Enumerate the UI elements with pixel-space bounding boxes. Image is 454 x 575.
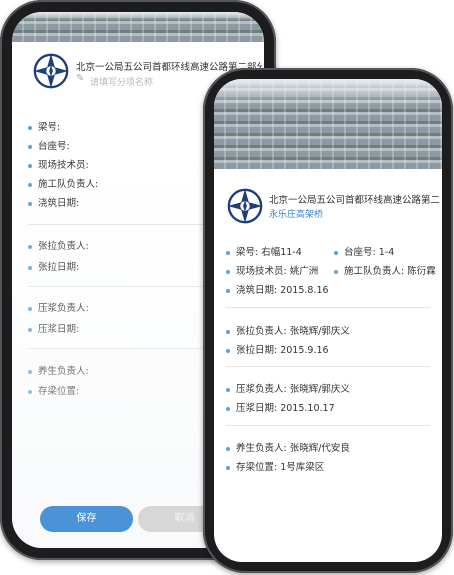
divider: [226, 366, 430, 367]
beam-no-field[interactable]: 梁号:: [28, 119, 60, 133]
pour-date-field[interactable]: 浇筑日期:: [28, 195, 79, 209]
bearing-no-value: 台座号: 1-4: [334, 244, 394, 258]
storage-value: 存梁位置: 1号库梁区: [226, 459, 324, 473]
bullet-icon: [226, 348, 230, 353]
bullet-icon: [28, 327, 32, 332]
grout-date-field[interactable]: 压浆日期:: [28, 321, 79, 335]
tension-lead-value: 张拉负责人: 张晓辉/郭庆义: [226, 323, 350, 337]
bullet-icon: [226, 269, 230, 274]
bridge-name-input[interactable]: 请填写分项名称: [90, 75, 153, 88]
bullet-icon: [28, 244, 32, 249]
pour-date-value: 浇筑日期: 2015.8.16: [226, 282, 329, 296]
bridge-name: 永乐庄高架桥: [269, 210, 324, 220]
beam-no-value: 梁号: 右幅11-4: [226, 244, 302, 258]
bullet-icon: [28, 144, 32, 149]
bullet-icon: [226, 387, 230, 392]
bullet-icon: [226, 465, 230, 470]
pencil-icon: ✎: [76, 73, 85, 84]
divider: [226, 425, 430, 426]
bullet-icon: [226, 406, 230, 411]
bullet-icon: [226, 446, 230, 451]
bullet-icon: [334, 250, 338, 255]
cure-lead-value: 养生负责人: 张晓辉/代安良: [226, 440, 350, 454]
team-lead-value: 施工队负责人: 陈衍霖: [334, 263, 442, 277]
tension-date-field[interactable]: 张拉日期:: [28, 259, 79, 273]
company-logo-icon: [33, 53, 69, 89]
site-tech-field[interactable]: 现场技术员:: [28, 157, 89, 171]
bullet-icon: [226, 250, 230, 255]
bullet-icon: [28, 201, 32, 206]
bullet-icon: [226, 288, 230, 293]
save-button[interactable]: 保存: [40, 506, 133, 532]
tension-lead-field[interactable]: 张拉负责人:: [28, 238, 89, 252]
bullet-icon: [28, 163, 32, 168]
construction-site-photo: [12, 12, 264, 42]
site-tech-value: 现场技术员: 姚广洲: [226, 263, 318, 277]
bearing-no-field[interactable]: 台座号:: [28, 138, 70, 152]
cure-lead-field[interactable]: 养生负责人:: [28, 363, 89, 377]
bullet-icon: [226, 329, 230, 334]
grout-date-value: 压浆日期: 2015.10.17: [226, 400, 335, 414]
construction-site-photo: [214, 79, 442, 169]
bullet-icon: [28, 369, 32, 374]
bullet-icon: [28, 389, 32, 394]
bullet-icon: [28, 306, 32, 311]
grout-lead-field[interactable]: 压浆负责人:: [28, 300, 89, 314]
bullet-icon: [28, 125, 32, 130]
bullet-icon: [28, 182, 32, 187]
project-title: 北京一公局五公司首都环线高速公路第二部分: [269, 195, 439, 206]
detail-screen: 北京一公局五公司首都环线高速公路第二部分 永乐庄高架桥 梁号: 右幅11-4 台…: [214, 79, 442, 562]
divider: [226, 307, 430, 308]
company-logo-icon: [227, 188, 263, 224]
bullet-icon: [28, 265, 32, 270]
bullet-icon: [334, 269, 338, 274]
storage-field[interactable]: 存梁位置:: [28, 383, 79, 397]
team-lead-field[interactable]: 施工队负责人:: [28, 176, 98, 190]
phone-detail-view: 北京一公局五公司首都环线高速公路第二部分 永乐庄高架桥 梁号: 右幅11-4 台…: [203, 68, 453, 573]
grout-lead-value: 压浆负责人: 张晓辉/郭庆义: [226, 381, 350, 395]
tension-date-value: 张拉日期: 2015.9.16: [226, 342, 329, 356]
